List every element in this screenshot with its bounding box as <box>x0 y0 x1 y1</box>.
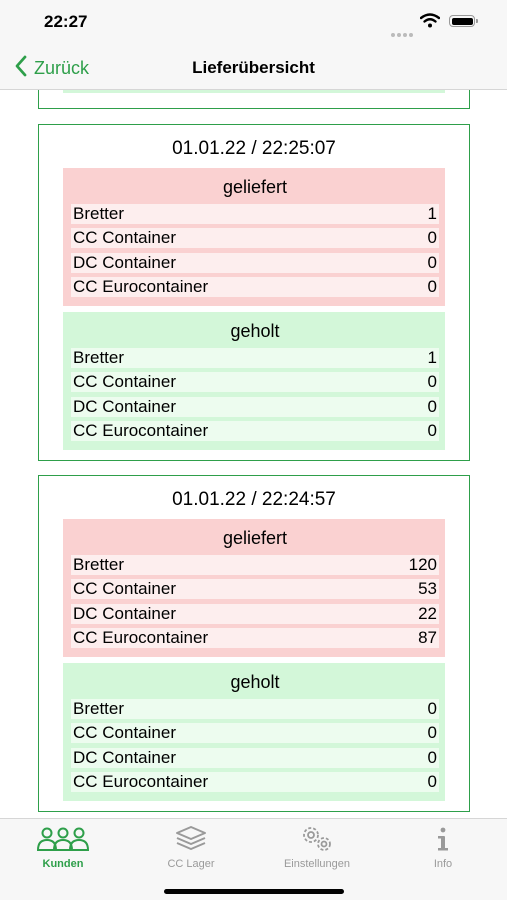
row-value: 0 <box>427 277 437 297</box>
table-row: DC Container 0 <box>71 747 439 768</box>
table-row: CC Eurocontainer 0 <box>71 277 439 298</box>
tab-einstellungen[interactable]: Einstellungen <box>262 823 372 870</box>
tab-bar: Kunden CC Lager Einstellungen Info <box>0 818 507 900</box>
tab-info[interactable]: Info <box>388 823 498 870</box>
home-indicator[interactable] <box>164 889 344 894</box>
delivered-block: geliefert Bretter 1 CC Container 0 DC Cont… <box>63 168 445 306</box>
status-bar: 22:27 <box>0 0 507 46</box>
fetched-block: geholt Bretter 1 CC Container 0 DC Contain… <box>63 312 445 450</box>
row-value: 0 <box>427 747 437 767</box>
delivery-timestamp: 01.01.22 / 22:25:07 <box>172 138 336 159</box>
wifi-icon <box>419 13 441 33</box>
row-label: Bretter <box>73 555 125 574</box>
delivered-title: geliefert <box>222 177 288 197</box>
table-row: CC Eurocontainer 87 <box>71 628 439 649</box>
row-value: 87 <box>418 628 437 648</box>
row-value: 0 <box>427 396 437 416</box>
delivered-block: geliefert Bretter 120 CC Container 53 DC C… <box>63 519 445 657</box>
tab-cc-lager[interactable]: CC Lager <box>136 823 246 870</box>
row-label: CC Eurocontainer <box>73 421 209 441</box>
table-row: CC Eurocontainer 0 <box>71 421 439 442</box>
table-row: Bretter 1 <box>71 348 439 368</box>
fetched-block-peek <box>63 90 445 93</box>
table-row: DC Container 0 <box>71 396 439 417</box>
delivery-card: 01.01.22 / 22:25:07 geliefert Bretter 1 C… <box>38 124 470 461</box>
info-icon <box>388 823 498 855</box>
row-value: 1 <box>427 348 437 367</box>
row-value: 0 <box>427 772 437 792</box>
battery-icon <box>449 15 478 27</box>
row-value: 1 <box>427 204 437 223</box>
row-value: 0 <box>427 252 437 272</box>
layers-icon <box>136 823 246 855</box>
row-label: Bretter <box>73 699 125 718</box>
table-row: Bretter 1 <box>71 204 439 224</box>
row-label: DC Container <box>73 396 176 416</box>
fetched-title: geholt <box>230 321 280 341</box>
tab-label: Einstellungen <box>283 858 351 870</box>
row-value: 0 <box>427 723 437 743</box>
row-value: 0 <box>427 421 437 441</box>
page-title: Lieferübersicht <box>192 58 315 77</box>
row-label: CC Container <box>73 579 176 599</box>
delivery-list[interactable]: 01.01.22 / 22:25:07 geliefert Bretter 1 C… <box>0 90 507 818</box>
row-label: CC Eurocontainer <box>73 772 209 792</box>
row-label: CC Eurocontainer <box>73 628 209 648</box>
row-value: 22 <box>418 603 437 623</box>
row-label: DC Container <box>73 603 176 623</box>
row-label: Bretter <box>73 348 125 367</box>
table-row: CC Container 53 <box>71 579 439 600</box>
row-label: CC Eurocontainer <box>73 277 209 297</box>
row-value: 53 <box>418 579 437 599</box>
row-label: DC Container <box>73 252 176 272</box>
tab-kunden[interactable]: Kunden <box>8 823 118 870</box>
status-time: 22:27 <box>44 12 88 31</box>
row-label: CC Container <box>73 723 176 743</box>
people-icon <box>8 823 118 855</box>
navigation-bar: Zurück Lieferübersicht <box>0 46 507 90</box>
tab-label: Info <box>433 858 453 870</box>
table-row: CC Eurocontainer 0 <box>71 772 439 793</box>
row-label: CC Container <box>73 372 176 392</box>
table-row: DC Container 0 <box>71 252 439 273</box>
delivery-timestamp: 01.01.22 / 22:24:57 <box>172 489 336 510</box>
delivery-card-previous <box>38 90 470 109</box>
row-value: 0 <box>427 372 437 392</box>
table-row: CC Container 0 <box>71 723 439 744</box>
table-row: CC Container 0 <box>71 228 439 249</box>
row-value: 0 <box>427 699 437 718</box>
gears-icon <box>262 823 372 855</box>
delivery-card: 01.01.22 / 22:24:57 geliefert Bretter 120… <box>38 475 470 812</box>
table-row: DC Container 22 <box>71 603 439 624</box>
table-row: CC Container 0 <box>71 372 439 393</box>
cellular-signal-icon <box>391 24 415 42</box>
delivered-title: geliefert <box>222 528 288 548</box>
row-label: CC Container <box>73 228 176 248</box>
row-value: 0 <box>427 228 437 248</box>
table-row: Bretter 0 <box>71 699 439 719</box>
fetched-title: geholt <box>230 672 280 692</box>
row-value: 120 <box>408 555 437 574</box>
fetched-block: geholt Bretter 0 CC Container 0 DC Contain… <box>63 663 445 801</box>
row-label: Bretter <box>73 204 125 223</box>
tab-label: Kunden <box>42 858 84 870</box>
table-row: Bretter 120 <box>71 555 439 575</box>
row-label: DC Container <box>73 747 176 767</box>
tab-label: CC Lager <box>167 858 215 870</box>
